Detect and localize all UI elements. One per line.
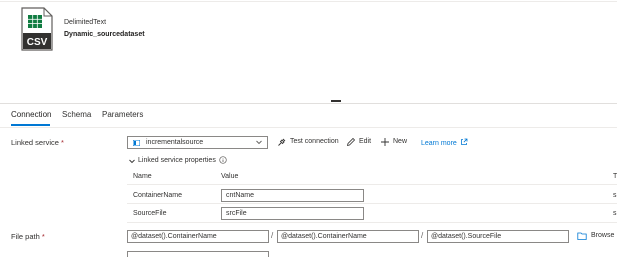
info-icon[interactable]	[219, 156, 227, 164]
linked-service-properties-title: Linked service properties	[138, 157, 216, 164]
linked-service-dropdown[interactable]: incrementalsource	[127, 136, 268, 149]
column-header-type: T	[613, 173, 617, 180]
table-row-divider	[127, 222, 617, 223]
property-name: ContainerName	[133, 192, 183, 199]
file-path-container-input[interactable]: @dataset().ContainerName	[127, 230, 269, 243]
csv-icon-text: CSV	[27, 37, 48, 48]
csv-file-icon: CSV	[21, 7, 53, 51]
file-path-directory-input[interactable]: @dataset().ContainerName	[277, 230, 419, 243]
tab-schema[interactable]: Schema	[62, 110, 91, 119]
chevron-down-icon	[256, 140, 262, 145]
file-path-file-input[interactable]: @dataset().SourceFile	[427, 230, 569, 243]
property-type: s	[613, 210, 617, 217]
tabs-divider	[0, 127, 617, 128]
new-button[interactable]: New	[380, 137, 410, 147]
chevron-down-icon	[129, 159, 135, 164]
active-tab-indicator	[11, 124, 50, 126]
dataset-type: DelimitedText	[64, 19, 107, 26]
column-header-value: Value	[221, 173, 239, 180]
test-connection-button[interactable]: Test connection	[277, 137, 339, 147]
path-separator: /	[271, 231, 274, 240]
table-row-divider	[127, 203, 617, 204]
browse-label: Browse	[591, 232, 615, 239]
folder-icon	[577, 232, 587, 240]
panel-divider	[0, 103, 617, 104]
property-type: s	[613, 192, 617, 199]
new-label: New	[393, 138, 408, 145]
file-path-extra-input[interactable]	[127, 251, 269, 257]
table-header-divider	[127, 184, 617, 185]
top-border	[0, 1, 617, 2]
linked-service-value: incrementalsource	[146, 139, 204, 146]
learn-more-label: Learn more	[421, 140, 457, 147]
required-indicator: *	[41, 232, 45, 241]
required-indicator: *	[61, 138, 64, 147]
tab-connection[interactable]: Connection	[11, 110, 51, 119]
path-separator: /	[421, 231, 424, 240]
property-name: SourceFile	[133, 210, 167, 217]
test-connection-label: Test connection	[290, 138, 339, 145]
pencil-icon	[346, 137, 356, 147]
edit-label: Edit	[359, 138, 372, 145]
linked-service-icon	[133, 140, 140, 146]
edit-button[interactable]: Edit	[346, 137, 374, 147]
panel-resize-handle[interactable]	[331, 100, 341, 102]
source-file-value-input[interactable]: srcFile	[221, 207, 364, 220]
tab-parameters[interactable]: Parameters	[102, 110, 143, 119]
file-path-label: File path *	[11, 232, 45, 241]
linked-service-label-text: Linked service	[11, 138, 59, 147]
file-path-label-text: File path	[11, 232, 40, 241]
learn-more-link[interactable]: Learn more	[421, 138, 468, 147]
browse-button[interactable]: Browse	[577, 231, 617, 241]
plug-icon	[278, 138, 286, 146]
dataset-name[interactable]: Dynamic_sourcedataset	[64, 31, 145, 38]
open-external-icon	[460, 138, 468, 145]
container-name-value-input[interactable]: cntName	[221, 189, 364, 202]
linked-service-label: Linked service *	[11, 138, 64, 147]
plus-icon	[381, 138, 389, 146]
column-header-name: Name	[133, 173, 152, 180]
